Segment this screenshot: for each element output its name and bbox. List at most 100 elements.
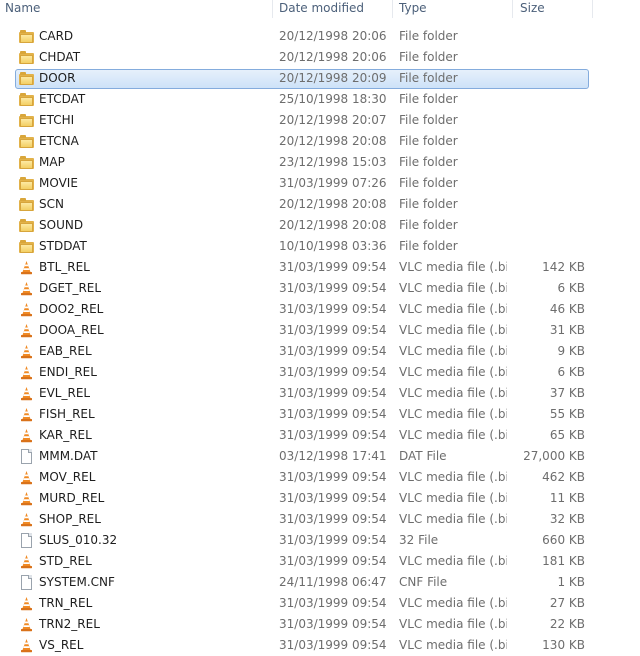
column-divider[interactable] — [512, 0, 513, 18]
file-size: 46 KB — [549, 302, 585, 316]
file-date-modified: 31/03/1999 09:54 — [279, 470, 387, 484]
file-row[interactable]: MMM.DAT 03/12/1998 17:41 DAT File 27,000 KB — [0, 446, 640, 467]
file-size: 27 KB — [549, 596, 585, 610]
file-size: 142 KB — [542, 260, 585, 274]
vlc-cone-icon — [19, 386, 34, 401]
file-date-modified: 31/03/1999 09:54 — [279, 281, 387, 295]
file-date-modified: 24/11/1998 06:47 — [279, 575, 387, 589]
vlc-cone-icon — [19, 302, 34, 317]
file-row[interactable]: MOVIE 31/03/1999 07:26 File folder — [0, 173, 640, 194]
vlc-cone-icon — [19, 260, 34, 275]
file-row[interactable]: ETCNA 20/12/1998 20:08 File folder — [0, 131, 640, 152]
file-type: File folder — [399, 50, 458, 64]
file-row[interactable]: TRN2_REL 31/03/1999 09:54 VLC media file (… — [0, 614, 640, 635]
column-divider[interactable] — [592, 0, 593, 18]
file-date-modified: 31/03/1999 09:54 — [279, 365, 387, 379]
file-date-modified: 20/12/1998 20:06 — [279, 50, 387, 64]
file-type: VLC media file (.bi... — [399, 407, 507, 421]
file-size — [515, 131, 585, 152]
column-header-name[interactable]: Name — [5, 0, 40, 18]
file-row[interactable]: SCN 20/12/1998 20:08 File folder — [0, 194, 640, 215]
file-type: File folder — [399, 197, 458, 211]
file-type: VLC media file (.bi... — [399, 344, 507, 358]
file-name: EVL_REL — [39, 386, 91, 400]
file-row[interactable]: ETCHI 20/12/1998 20:07 File folder — [0, 110, 640, 131]
folder-icon — [19, 155, 34, 170]
file-type: VLC media file (.bi... — [399, 638, 507, 652]
file-row[interactable]: FISH_REL 31/03/1999 09:54 VLC media file (… — [0, 404, 640, 425]
file-row[interactable]: STD_REL 31/03/1999 09:54 VLC media file (.… — [0, 551, 640, 572]
file-size: 6 KB — [557, 281, 585, 295]
file-size: 31 KB — [549, 323, 585, 337]
vlc-cone-icon — [19, 470, 34, 485]
file-name: CHDAT — [39, 50, 81, 64]
file-row[interactable]: DOOR 20/12/1998 20:09 File folder — [0, 68, 640, 89]
file-name: ENDI_REL — [39, 365, 97, 379]
file-row[interactable]: DOOA_REL 31/03/1999 09:54 VLC media file (… — [0, 320, 640, 341]
file-row[interactable]: SLUS_010.32 31/03/1999 09:54 32 File 660 KB — [0, 530, 640, 551]
file-type: VLC media file (.bi... — [399, 596, 507, 610]
file-row[interactable]: ETCDAT 25/10/1998 18:30 File folder — [0, 89, 640, 110]
file-date-modified: 20/12/1998 20:09 — [279, 71, 387, 85]
file-date-modified: 20/12/1998 20:08 — [279, 134, 387, 148]
file-type: VLC media file (.bi... — [399, 281, 507, 295]
file-date-modified: 20/12/1998 20:07 — [279, 113, 387, 127]
file-date-modified: 31/03/1999 09:54 — [279, 344, 387, 358]
file-name: SCN — [39, 197, 64, 211]
file-size — [515, 152, 585, 173]
file-row[interactable]: CHDAT 20/12/1998 20:06 File folder — [0, 47, 640, 68]
column-header-type[interactable]: Type — [399, 0, 427, 18]
file-date-modified: 31/03/1999 09:54 — [279, 533, 387, 547]
file-name: KAR_REL — [39, 428, 92, 442]
file-row[interactable]: EVL_REL 31/03/1999 09:54 VLC media file (.… — [0, 383, 640, 404]
blank-file-icon — [19, 449, 34, 464]
file-size — [515, 173, 585, 194]
folder-icon — [19, 92, 34, 107]
file-date-modified: 25/10/1998 18:30 — [279, 92, 387, 106]
column-header-size[interactable]: Size — [520, 0, 545, 18]
blank-file-icon — [19, 533, 34, 548]
file-row[interactable]: DGET_REL 31/03/1999 09:54 VLC media file (… — [0, 278, 640, 299]
file-row[interactable]: EAB_REL 31/03/1999 09:54 VLC media file (.… — [0, 341, 640, 362]
file-row[interactable]: BTL_REL 31/03/1999 09:54 VLC media file (.… — [0, 257, 640, 278]
file-name: DGET_REL — [39, 281, 102, 295]
vlc-cone-icon — [19, 323, 34, 338]
file-size — [515, 26, 585, 47]
file-row[interactable]: MURD_REL 31/03/1999 09:54 VLC media file (… — [0, 488, 640, 509]
file-type: VLC media file (.bi... — [399, 617, 507, 631]
column-header-date-modified[interactable]: Date modified — [279, 0, 364, 18]
file-size — [515, 47, 585, 68]
file-row[interactable]: CARD 20/12/1998 20:06 File folder — [0, 26, 640, 47]
file-type: VLC media file (.bi... — [399, 323, 507, 337]
file-row[interactable]: ENDI_REL 31/03/1999 09:54 VLC media file (… — [0, 362, 640, 383]
file-size — [515, 110, 585, 131]
file-row[interactable]: KAR_REL 31/03/1999 09:54 VLC media file (.… — [0, 425, 640, 446]
file-size: 660 KB — [542, 533, 585, 547]
file-size: 22 KB — [549, 617, 585, 631]
file-name: ETCNA — [39, 134, 79, 148]
file-row[interactable]: SOUND 20/12/1998 20:08 File folder — [0, 215, 640, 236]
column-divider[interactable] — [272, 0, 273, 18]
file-type: VLC media file (.bi... — [399, 386, 507, 400]
file-type: DAT File — [399, 449, 447, 463]
file-row[interactable]: TRN_REL 31/03/1999 09:54 VLC media file (.… — [0, 593, 640, 614]
file-row[interactable]: SHOP_REL 31/03/1999 09:54 VLC media file (… — [0, 509, 640, 530]
column-divider[interactable] — [392, 0, 393, 18]
vlc-cone-icon — [19, 491, 34, 506]
file-row[interactable]: VS_REL 31/03/1999 09:54 VLC media file (.b… — [0, 635, 640, 656]
vlc-cone-icon — [19, 281, 34, 296]
file-size: 1 KB — [557, 575, 585, 589]
file-row[interactable]: STDDAT 10/10/1998 03:36 File folder — [0, 236, 640, 257]
file-date-modified: 31/03/1999 09:54 — [279, 428, 387, 442]
folder-icon — [19, 176, 34, 191]
file-row[interactable]: MOV_REL 31/03/1999 09:54 VLC media file (.… — [0, 467, 640, 488]
file-date-modified: 20/12/1998 20:08 — [279, 218, 387, 232]
file-size: 11 KB — [549, 491, 585, 505]
file-row[interactable]: SYSTEM.CNF 24/11/1998 06:47 CNF File 1 KB — [0, 572, 640, 593]
file-type: File folder — [399, 113, 458, 127]
file-row[interactable]: MAP 23/12/1998 15:03 File folder — [0, 152, 640, 173]
file-type: VLC media file (.bi... — [399, 470, 507, 484]
file-row[interactable]: DOO2_REL 31/03/1999 09:54 VLC media file (… — [0, 299, 640, 320]
folder-icon — [19, 50, 34, 65]
file-date-modified: 31/03/1999 09:54 — [279, 386, 387, 400]
